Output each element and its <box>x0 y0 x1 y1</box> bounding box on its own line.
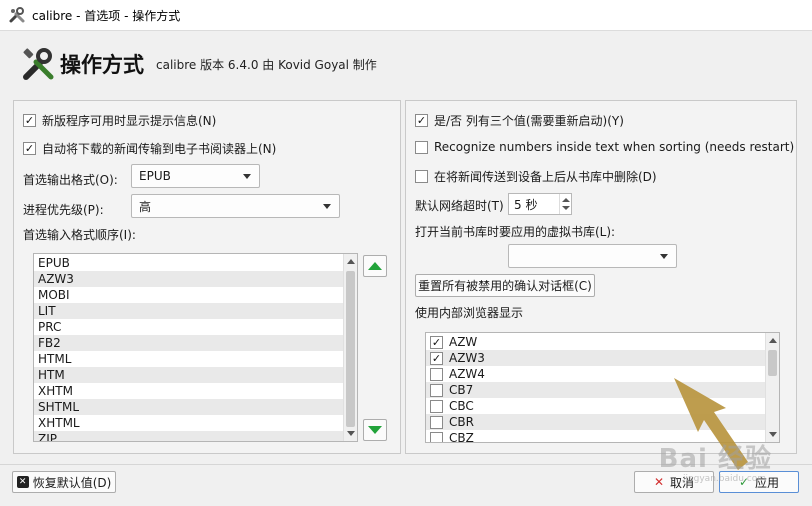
checkbox-checked-icon: ✓ <box>23 142 36 155</box>
recognize-numbers-checkbox[interactable]: Recognize numbers inside text when sorti… <box>415 140 794 154</box>
chevron-down-icon <box>323 204 331 209</box>
list-item[interactable]: ✓ AZW3 <box>426 350 779 366</box>
list-item-label: CBR <box>449 415 474 429</box>
page-title: 操作方式 <box>60 53 144 77</box>
list-item-label: CBZ <box>449 431 474 443</box>
checkbox-checked-icon[interactable]: ✓ <box>430 335 443 349</box>
list-item-label: AZW <box>449 335 478 349</box>
scroll-thumb[interactable] <box>768 350 777 376</box>
list-item[interactable]: PRC <box>34 319 357 335</box>
auto-send-news-checkbox[interactable]: ✓ 自动将下载的新闻传输到电子书阅读器上(N) <box>23 140 276 157</box>
scroll-down-icon[interactable] <box>769 432 777 437</box>
list-item[interactable]: ✓ AZW <box>426 334 779 350</box>
priority-label: 进程优先级(P): <box>23 203 104 217</box>
list-item-label: AZW3 <box>449 351 485 365</box>
output-format-select[interactable]: EPUB <box>131 164 260 188</box>
checkbox-checked-icon[interactable]: ✓ <box>430 351 443 365</box>
input-format-list[interactable]: EPUB AZW3 MOBI LIT PRC FB2 HTML HTM XHTM SHTML XHT… <box>33 253 358 442</box>
recognize-numbers-label: Recognize numbers inside text when sorti… <box>434 140 795 154</box>
clear-icon: ✕ <box>16 476 29 488</box>
list-item[interactable]: AZW3 <box>34 271 357 287</box>
list-item[interactable]: XHTM <box>34 383 357 399</box>
version-text: calibre 版本 6.4.0 由 Kovid Goyal 制作 <box>156 57 377 72</box>
list-item[interactable]: MOBI <box>34 287 357 303</box>
checkbox-unchecked-icon[interactable] <box>430 367 443 381</box>
list-item-label: AZW4 <box>449 367 485 381</box>
list-item[interactable]: XHTML <box>34 415 357 431</box>
tools-icon <box>9 7 25 23</box>
restore-defaults-label: 恢复默认值(D) <box>32 475 112 490</box>
list-item[interactable]: FB2 <box>34 335 357 351</box>
reset-dialogs-button[interactable]: 重置所有被禁用的确认对话框(C) <box>415 274 595 297</box>
checkbox-unchecked-icon[interactable] <box>430 431 443 442</box>
checkbox-unchecked-icon[interactable] <box>430 415 443 429</box>
output-format-label: 首选输出格式(O): <box>23 173 118 187</box>
vlib-select[interactable] <box>508 244 677 268</box>
checkbox-unchecked-icon[interactable] <box>430 399 443 413</box>
chevron-down-icon <box>243 174 251 179</box>
cancel-icon: ✕ <box>653 475 665 489</box>
priority-value: 高 <box>139 199 152 214</box>
list-item-label: CBC <box>449 399 474 413</box>
spin-down-icon[interactable] <box>562 206 570 210</box>
vlib-label: 打开当前书库时要应用的虚拟书库(L): <box>415 225 616 239</box>
yesno-column-checkbox[interactable]: ✓ 是/否 列有三个值(需要重新启动)(Y) <box>415 112 624 129</box>
delete-news-checkbox[interactable]: 在将新闻传送到设备上后从书库中删除(D) <box>415 168 657 185</box>
move-up-button[interactable] <box>363 255 387 277</box>
input-order-label: 首选输入格式顺序(I): <box>23 228 136 242</box>
show-update-label: 新版程序可用时显示提示信息(N) <box>42 114 217 128</box>
scroll-up-icon[interactable] <box>769 338 777 343</box>
list-item[interactable]: EPUB <box>34 255 357 271</box>
title-bar: calibre - 首选项 - 操作方式 <box>0 0 812 31</box>
checkbox-checked-icon: ✓ <box>415 114 428 127</box>
chevron-down-icon <box>660 254 668 259</box>
scroll-thumb[interactable] <box>346 271 355 427</box>
priority-select[interactable]: 高 <box>131 194 340 218</box>
output-format-value: EPUB <box>139 169 171 183</box>
timeout-spinbox[interactable]: 5 秒 <box>508 193 572 215</box>
spin-up-icon[interactable] <box>562 198 570 202</box>
list-item[interactable]: ZIP <box>34 431 357 441</box>
watermark: Bai 经验 <box>658 444 772 474</box>
checkbox-unchecked-icon <box>415 140 428 154</box>
delete-news-label: 在将新闻传送到设备上后从书库中删除(D) <box>434 170 657 184</box>
tools-icon <box>23 48 54 80</box>
timeout-value: 5 秒 <box>514 197 538 212</box>
list-item[interactable]: HTML <box>34 351 357 367</box>
watermark-url: jingyan.baidu.com <box>682 474 766 484</box>
scroll-up-icon[interactable] <box>347 259 355 264</box>
list-item[interactable]: LIT <box>34 303 357 319</box>
checkbox-checked-icon: ✓ <box>23 114 36 127</box>
arrow-down-icon <box>368 426 382 434</box>
scroll-down-icon[interactable] <box>347 431 355 436</box>
timeout-label: 默认网络超时(T) <box>415 199 504 213</box>
left-panel: ✓ 新版程序可用时显示提示信息(N) ✓ 自动将下载的新闻传输到电子书阅读器上(… <box>13 100 401 454</box>
restore-defaults-button[interactable]: ✕ 恢复默认值(D) <box>12 471 116 493</box>
window-title: calibre - 首选项 - 操作方式 <box>32 8 181 23</box>
show-update-checkbox[interactable]: ✓ 新版程序可用时显示提示信息(N) <box>23 112 216 129</box>
checkbox-unchecked-icon[interactable] <box>430 383 443 397</box>
move-down-button[interactable] <box>363 419 387 441</box>
list-item[interactable]: SHTML <box>34 399 357 415</box>
input-format-scrollbar[interactable] <box>343 254 357 441</box>
internal-viewer-label: 使用内部浏览器显示 <box>415 306 524 320</box>
spin-buttons[interactable] <box>559 194 571 214</box>
list-item[interactable]: HTM <box>34 367 357 383</box>
arrow-up-icon <box>368 262 382 270</box>
list-item-label: CB7 <box>449 383 474 397</box>
auto-send-news-label: 自动将下载的新闻传输到电子书阅读器上(N) <box>42 142 277 156</box>
page-header: 操作方式 calibre 版本 6.4.0 由 Kovid Goyal 制作 <box>0 31 812 97</box>
yesno-column-label: 是/否 列有三个值(需要重新启动)(Y) <box>434 114 624 128</box>
checkbox-unchecked-icon <box>415 170 428 183</box>
